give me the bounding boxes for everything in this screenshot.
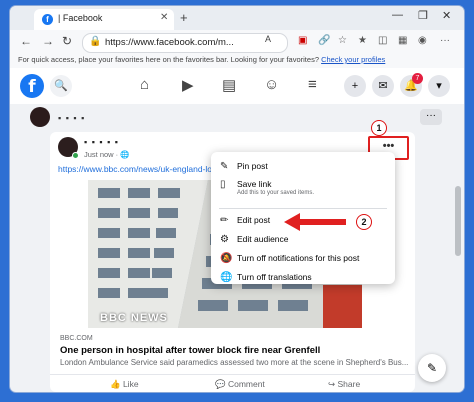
groups-icon[interactable]: ☺ [264,76,279,93]
scrollbar-thumb[interactable] [455,186,461,256]
post-time-text: Just now · [84,150,121,159]
menu-item-pin-post[interactable]: ✎ Pin post [211,160,395,176]
link-icon[interactable]: 🔗 [318,35,330,46]
annotation-arrow [284,213,346,231]
group-more-button[interactable]: ··· [420,109,442,125]
compose-icon: ✎ [426,361,438,375]
menu-icon[interactable]: ≡ [308,76,317,93]
group-name[interactable]: ▪︎ ▪︎ ▪︎ ▪︎ [58,113,85,123]
browser-tab[interactable]: f | Facebook ✕ [34,9,174,30]
address-input[interactable]: 🔒 https://www.facebook.com/m... [82,33,288,53]
menu-item-turn-off-translations[interactable]: 🌐 Turn off translations [211,271,395,287]
notification-badge: 7 [412,73,423,84]
marketplace-icon[interactable]: ▤ [222,76,236,94]
favorites-bar: For quick access, place your favorites h… [10,54,464,69]
refresh-icon[interactable]: ↻ [62,34,72,48]
new-tab-button[interactable]: + [180,10,188,25]
menu-item-save-link[interactable]: ▯ Save link Add this to your saved items… [211,178,395,202]
new-message-button[interactable]: ✎ [418,354,446,382]
menu-item-turn-off-notifications[interactable]: 🔕 Turn off notifications for this post [211,252,395,268]
menu-item-label: Turn off translations [237,272,312,282]
link-description: London Ambulance Service said paramedics… [60,358,409,367]
apps-icon[interactable]: ▦ [398,35,407,46]
gear-icon: ⚙ [220,234,229,245]
scrollbar[interactable] [452,104,464,392]
favbar-link[interactable]: Check your profiles [321,55,385,64]
home-icon[interactable]: ⌂ [140,76,149,93]
url-text: https://www.facebook.com/m... [105,37,234,48]
read-aloud-icon[interactable]: A [265,34,271,44]
globe-icon: 🌐 [220,272,233,283]
menu-item-sublabel: Add this to your saved items. [237,190,315,196]
favorite-star-icon[interactable]: ☆ [338,35,347,46]
lock-icon: 🔒 [89,36,102,47]
facebook-favicon-icon: f [42,14,53,25]
group-avatar[interactable] [30,107,50,127]
tab-title: | Facebook [58,13,103,23]
step-2-marker: 2 [356,214,372,230]
menu-item-label: Pin post [237,161,268,171]
menu-item-label: Turn off notifications for this post [237,253,360,263]
maximize-button[interactable]: ❐ [418,9,428,22]
public-icon: 🌐 [120,150,130,159]
link-source: BBC.COM [60,335,93,342]
online-indicator [72,152,79,159]
profile-icon[interactable]: ◉ [418,35,427,46]
account-icon[interactable]: ▾ [428,75,450,97]
more-icon[interactable]: ··· [440,35,450,46]
comment-icon: 💬 [215,379,228,389]
tab-close-icon[interactable]: ✕ [160,12,168,23]
bookmark-icon: ▯ [220,179,226,190]
collections-icon[interactable]: ◫ [378,35,387,46]
close-window-button[interactable]: ✕ [442,9,451,22]
create-icon[interactable]: + [344,75,366,97]
facebook-header: f 🔍 ⌂ ▶ ▤ ☺ ≡ + ✉ 🔔 7 ▾ [10,68,464,105]
search-icon[interactable]: 🔍 [50,75,72,97]
link-title[interactable]: One person in hospital after tower block… [60,345,320,356]
author-name[interactable]: ▪︎ ▪︎ ▪︎ ▪︎ ▪︎ [84,137,119,147]
favorites-bar-text: For quick access, place your favorites h… [18,55,385,64]
like-label: Like [122,379,139,389]
favbar-message: For quick access, place your favorites h… [18,55,319,64]
share-button[interactable]: ↪ Share [328,379,360,390]
bell-off-icon: 🔕 [220,253,233,264]
comment-label: Comment [227,379,265,389]
back-icon[interactable]: ← [20,34,32,48]
step-1-marker: 1 [371,120,387,136]
tab-bar: f | Facebook ✕ + — ❐ ✕ [10,6,464,30]
post-link[interactable]: https://www.bbc.com/news/uk-england-lond… [58,164,226,174]
address-bar-row: ← → ↻ 🔒 https://www.facebook.com/m... A … [10,30,464,54]
facebook-logo[interactable]: f [20,74,44,98]
favorites-icon[interactable]: ★ [358,35,367,46]
comment-button[interactable]: 💬 Comment [215,379,265,390]
menu-item-label: Edit audience [237,234,289,244]
bbc-news-watermark: BBC NEWS [100,312,168,324]
post-time: Just now · 🌐 [84,150,130,159]
menu-divider [219,208,387,209]
pencil-icon: ✏ [220,215,229,226]
forward-icon[interactable]: → [42,34,54,48]
messenger-icon[interactable]: ✉ [372,75,394,97]
post-actions: 👍 Like 💬 Comment ↪ Share [50,374,415,392]
minimize-button[interactable]: — [392,9,403,21]
menu-item-label: Edit post [237,215,271,225]
video-icon[interactable]: ▶ [182,76,194,94]
like-icon: 👍 [110,379,123,389]
share-label: Share [337,379,361,389]
like-button[interactable]: 👍 Like [110,379,139,390]
extension-icon[interactable]: ▣ [298,35,307,46]
pin-icon: ✎ [220,161,229,172]
menu-item-label: Save link [237,179,272,189]
